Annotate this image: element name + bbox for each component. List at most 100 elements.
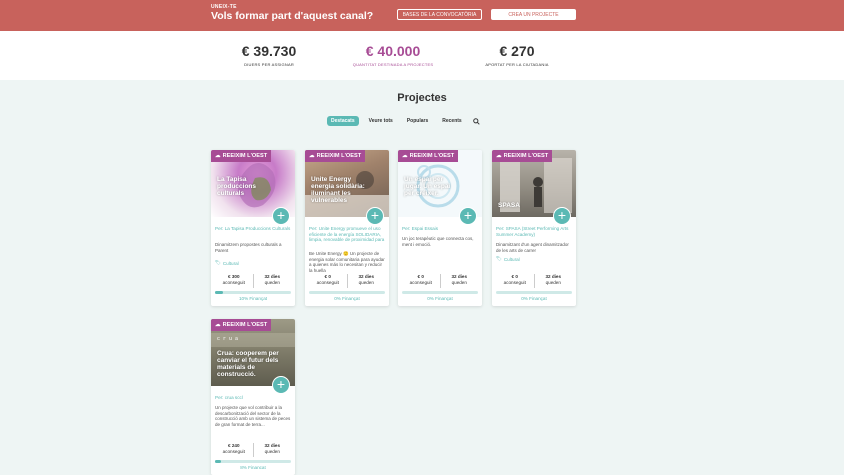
days-value: 32 dies: [264, 443, 281, 448]
card-overlay-title: La Tapisa produccions culturals: [217, 176, 257, 197]
badge-label: REEIXIM L'OEST: [316, 153, 362, 159]
raised-value: € 300: [228, 274, 240, 279]
raised-value: € 0: [417, 274, 424, 279]
card-author[interactable]: Per: crua sccl: [215, 395, 291, 401]
progress-bar: [496, 291, 572, 294]
project-card[interactable]: ☁ REEIXIM L'OEST SPASA + Per: SPASA (Stre…: [492, 150, 576, 306]
raised-value: € 0: [511, 274, 518, 279]
card-description: Dinamitzant d'un agent dinamitzador de l…: [496, 242, 569, 253]
channel-badge: ☁ REEIXIM L'OEST: [305, 150, 366, 162]
raised-label: aconseguit: [222, 280, 245, 285]
top-banner: UNEIX-TE Vols formar part d'aquest canal…: [0, 0, 844, 31]
tab-all[interactable]: Veure tots: [365, 116, 397, 126]
project-card[interactable]: c r u a ☁ REEIXIM L'OEST Crua: cooperem p…: [211, 319, 295, 475]
days-value: 32 dies: [545, 274, 562, 279]
channel-badge: ☁ REEIXIM L'OEST: [492, 150, 553, 162]
raised-label: aconseguit: [503, 280, 526, 285]
days-label: queden: [264, 449, 280, 454]
days-label: queden: [358, 280, 374, 285]
card-description: Un joc terapèutic que connecta cos, ment…: [402, 236, 474, 247]
stat-pending: € 39.730 DIUERS PER ASSIGNAR: [199, 43, 339, 67]
tab-recent[interactable]: Recents: [438, 116, 465, 126]
amount-raised: € 300 aconseguit: [215, 274, 253, 288]
raised-value: € 240: [228, 443, 240, 448]
percent-funded: 0% Finançat: [521, 296, 547, 301]
card-amounts: € 0 aconseguit 32 dies queden: [402, 274, 478, 288]
percent-funded: 8% Financat: [240, 465, 266, 470]
project-card[interactable]: ☁ REEIXIM L'OEST Unite Energy energia sol…: [305, 150, 389, 306]
project-card[interactable]: ☁ REEIXIM L'OEST Un espai per jugar. Un e…: [398, 150, 482, 306]
amount-raised: € 240 aconseguit: [215, 443, 253, 457]
days-left: 32 dies queden: [252, 443, 292, 457]
card-overlay-title: Unite Energy energia solidària: iluminan…: [311, 176, 365, 204]
banner-headline: Vols formar part d'aquest canal?: [211, 10, 374, 22]
channel-badge: ☁ REEIXIM L'OEST: [211, 150, 272, 162]
days-label: queden: [264, 280, 280, 285]
days-label: queden: [545, 280, 561, 285]
progress-bar: [215, 460, 291, 463]
days-left: 32 dies queden: [533, 274, 573, 288]
card-author[interactable]: Per: SPASA (Street Performing Arts Summe…: [496, 226, 572, 237]
stat-total: € 40.000 QUANTITAT DESTINADA A PROJECTES: [323, 43, 463, 67]
days-left: 32 dies queden: [346, 274, 386, 288]
cloud-icon: ☁: [215, 322, 221, 328]
tab-popular[interactable]: Populars: [403, 116, 432, 126]
card-author[interactable]: Per: La Tapisa Produccions Culturals: [215, 226, 291, 232]
days-value: 32 dies: [264, 274, 281, 279]
percent-funded: 0% Finançat: [427, 296, 453, 301]
cloud-icon: ☁: [402, 153, 408, 159]
progress-bar: [402, 291, 478, 294]
card-amounts: € 240 aconseguit 32 dies queden: [215, 443, 291, 457]
progress-fill: [215, 291, 223, 294]
card-description: Un projecte que vol contribuir a la desc…: [215, 405, 291, 427]
card-category[interactable]: 🏷 Cultural: [496, 256, 520, 262]
card-overlay-title: Un espai per jugar. Un espai per créixer…: [404, 176, 451, 197]
stat-contributed: € 270 APORTAT PER LA CIUTADANIA: [447, 43, 587, 67]
card-category[interactable]: 🏷 Cultural: [215, 260, 239, 266]
cloud-icon: ☁: [496, 153, 502, 159]
card-overlay-title: Crua: cooperem per canviar el futur dels…: [217, 350, 279, 378]
raised-label: aconseguit: [222, 449, 245, 454]
stat-value: € 39.730: [241, 43, 297, 59]
tab-featured[interactable]: Destacats: [327, 116, 359, 126]
channel-badge: ☁ REEIXIM L'OEST: [398, 150, 459, 162]
card-author[interactable]: Per: Espai Essais: [402, 226, 478, 232]
card-description: Be Unite Energy 🙂 Un projecte de energia…: [309, 251, 385, 273]
badge-label: REEIXIM L'OEST: [222, 153, 268, 159]
plus-icon[interactable]: +: [553, 207, 571, 225]
card-author[interactable]: Per: Unite Energy promueve el uso eficie…: [309, 226, 385, 243]
category-label: Cultural: [503, 256, 520, 262]
stat-label: APORTAT PER LA CIUTADANIA: [485, 62, 549, 67]
percent-funded: 0% Finançat: [334, 296, 360, 301]
card-amounts: € 300 aconseguit 32 dies queden: [215, 274, 291, 288]
channel-badge: ☁ REEIXIM L'OEST: [211, 319, 272, 331]
cloud-icon: ☁: [215, 153, 221, 159]
category-label: Cultural: [222, 260, 239, 266]
days-label: queden: [451, 280, 467, 285]
bases-button[interactable]: BASES DE LA CONVOCATÒRIA: [397, 9, 482, 20]
cloud-icon: ☁: [309, 153, 315, 159]
amount-raised: € 0 aconseguit: [309, 274, 347, 288]
stat-label: QUANTITAT DESTINADA A PROJECTES: [352, 62, 434, 67]
card-amounts: € 0 aconseguit 32 dies queden: [309, 274, 385, 288]
stat-value: € 270: [499, 43, 535, 59]
project-tabs: Destacats Veure tots Populars Recents: [327, 116, 482, 126]
days-left: 32 dies queden: [252, 274, 292, 288]
project-card[interactable]: ☁ REEIXIM L'OEST La Tapisa produccions cu…: [211, 150, 295, 306]
plus-icon[interactable]: +: [366, 207, 384, 225]
create-project-button[interactable]: CREA UN PROJECTE: [491, 9, 576, 20]
progress-bar: [309, 291, 385, 294]
progress-bar: [215, 291, 291, 294]
badge-label: REEIXIM L'OEST: [222, 322, 268, 328]
raised-label: aconseguit: [316, 280, 339, 285]
card-overlay-title: SPASA: [498, 202, 520, 209]
plus-icon[interactable]: +: [272, 207, 290, 225]
card-amounts: € 0 aconseguit 32 dies queden: [496, 274, 572, 288]
plus-icon[interactable]: +: [272, 376, 290, 394]
tag-icon: 🏷: [496, 256, 502, 261]
percent-funded: 10% Finançat: [238, 296, 268, 301]
tag-icon: 🏷: [215, 260, 221, 265]
plus-icon[interactable]: +: [459, 207, 477, 225]
days-value: 32 dies: [358, 274, 375, 279]
search-icon[interactable]: [472, 116, 482, 126]
